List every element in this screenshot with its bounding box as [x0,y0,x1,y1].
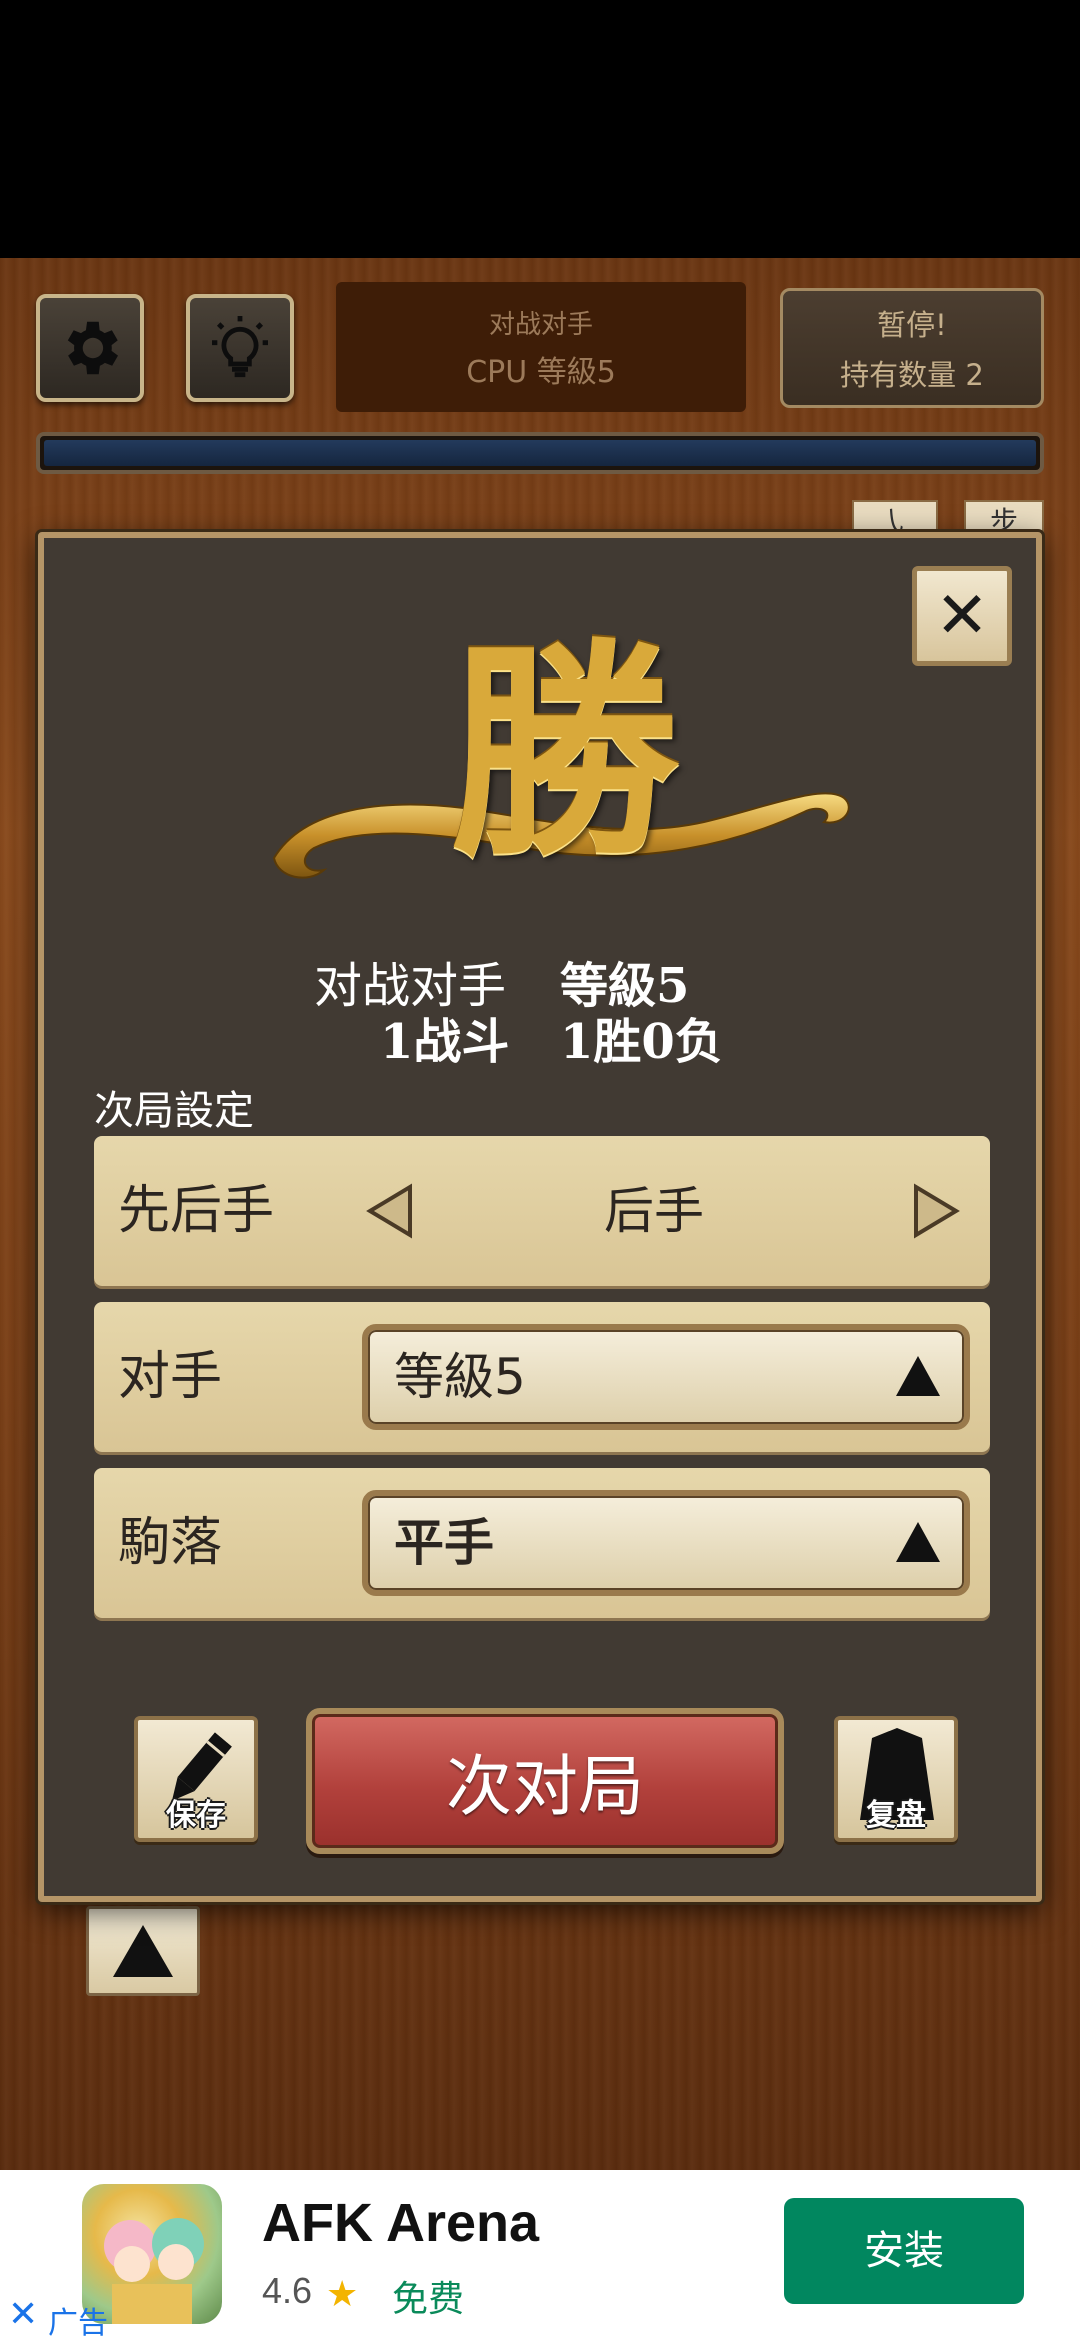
opponent-level-row: 对手 等級5 [94,1302,990,1452]
turn-order-value: 后手 [604,1182,704,1240]
lightbulb-icon [212,316,268,378]
win-character: 勝 [448,618,679,888]
win-emblem: 勝 [264,608,864,908]
replay-label: 复盘 [866,1798,926,1833]
handicap-row: 駒落 平手 [94,1468,990,1618]
turn-order-label: 先后手 [118,1181,275,1241]
opponent-level-select[interactable]: 等級5 [362,1324,970,1430]
triangle-up-icon [896,1522,940,1562]
opponent-info-panel: 对战对手 CPU 等級5 [336,282,746,412]
game-result-dialog: ✕ 勝 对战对手 等級5 1战斗 1胜0负 次局設定 先后手 后手 对手 等級5… [38,532,1042,1902]
top-black-area [0,0,1080,258]
result-battle-count: 1战斗 [380,1014,510,1070]
handicap-selected: 平手 [394,1513,494,1572]
save-button[interactable]: 保存 [134,1716,258,1842]
triangle-up-icon [896,1356,940,1396]
hand-pieces-toggle-button[interactable] [86,1906,200,1996]
ad-price: 免费 [392,2279,465,2320]
time-progress-bar [36,432,1044,474]
next-settings-heading: 次局設定 [94,1088,254,1134]
triangle-up-icon [113,1925,173,1977]
ad-close-icon[interactable]: ✕ [8,2294,38,2335]
turn-order-row: 先后手 后手 [94,1136,990,1286]
hint-button[interactable] [186,294,294,402]
gear-icon [67,321,119,375]
pause-count: 持有数量 2 [840,358,984,392]
ad-tag: 广告 [48,2306,108,2340]
opponent-level-label: 对手 [118,1347,223,1407]
replay-button[interactable]: 复盘 [834,1716,958,1842]
pause-label: 暂停! [877,308,947,342]
close-button[interactable]: ✕ [912,566,1012,666]
ad-banner[interactable]: AFK Arena 4.6 ★ 免费 安装 ✕ 广告 [0,2170,1080,2340]
opponent-value: CPU 等級5 [466,354,616,390]
star-icon: ★ [326,2274,359,2315]
pause-button[interactable]: 暂停! 持有数量 2 [780,288,1044,408]
opponent-caption: 对战对手 [488,309,593,340]
progress-fill [44,440,1036,466]
close-icon: ✕ [935,579,989,653]
settings-button[interactable] [36,294,144,402]
ad-app-title[interactable]: AFK Arena [262,2192,539,2254]
result-win-loss-record: 1胜0负 [560,1014,723,1070]
handicap-label: 駒落 [118,1513,223,1573]
install-button[interactable]: 安装 [784,2198,1024,2304]
opponent-level-selected: 等級5 [394,1348,526,1406]
save-label: 保存 [166,1798,226,1833]
arrow-left-icon[interactable] [362,1181,422,1241]
ad-rating: 4.6 [262,2270,313,2311]
handicap-select[interactable]: 平手 [362,1490,970,1596]
arrow-right-icon[interactable] [904,1181,964,1241]
next-game-button[interactable]: 次对局 [306,1708,784,1854]
